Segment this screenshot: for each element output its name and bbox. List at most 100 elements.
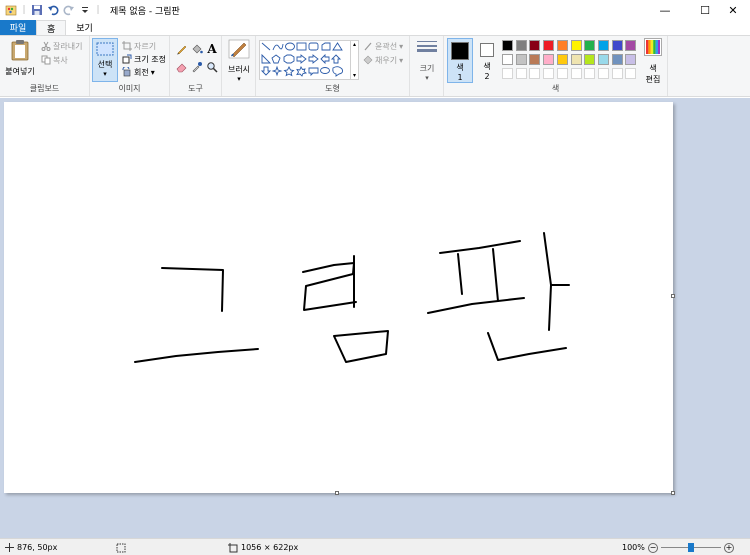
status-bar: 876, 50px 1056 × 622px 100% − + (0, 538, 750, 555)
color1-label-a: 색 (456, 63, 464, 72)
custom-color-swatch[interactable] (502, 68, 513, 79)
palette-swatch[interactable] (597, 54, 609, 65)
fill-bucket-icon[interactable] (190, 42, 204, 56)
tools-group-label: 도구 (188, 84, 203, 93)
crosshair-icon (4, 543, 14, 553)
select-label: 선택 (97, 60, 113, 69)
tab-file[interactable]: 파일 (0, 20, 36, 35)
palette-swatch[interactable] (515, 40, 527, 51)
select-button[interactable]: 선택 ▾ (92, 38, 118, 82)
palette-swatch[interactable] (625, 54, 637, 65)
customize-quick-access-icon[interactable] (78, 3, 92, 17)
minimize-button[interactable]: — (648, 0, 682, 20)
color2-label-a: 색 (483, 62, 491, 71)
palette-swatch[interactable] (502, 54, 513, 65)
custom-color-swatch[interactable] (529, 68, 541, 79)
color1-button[interactable]: 색 1 (447, 38, 473, 83)
size-button[interactable]: 크기 ▾ (414, 40, 440, 84)
palette-swatch[interactable] (570, 40, 582, 51)
canvas-workspace (0, 98, 750, 538)
eraser-icon[interactable] (175, 60, 189, 74)
cut-button[interactable]: 잘라내기 (40, 40, 82, 52)
select-rectangle-icon (96, 42, 114, 59)
resize-button[interactable]: 크기 조정 (121, 53, 166, 65)
custom-color-swatch[interactable] (584, 68, 596, 79)
color-picker-icon[interactable] (190, 60, 204, 74)
ribbon: 붙여넣기 잘라내기 복사 클립보드 선택 ▾ 자르기 크기 조정 회전 ▾ 이미… (0, 35, 750, 97)
outline-button[interactable]: 윤곽선 ▾ (362, 40, 403, 52)
zoom-slider[interactable] (661, 539, 721, 555)
magnifier-icon[interactable] (205, 60, 219, 74)
copy-button[interactable]: 복사 (40, 54, 68, 66)
zoom-level-text: 100% (622, 543, 645, 552)
palette-swatch[interactable] (597, 40, 609, 51)
fill-button[interactable]: 채우기 ▾ (362, 54, 403, 66)
resize-handle-corner[interactable] (671, 491, 675, 495)
zoom-out-button[interactable]: − (648, 539, 658, 555)
shapes-group-label: 도형 (325, 84, 340, 93)
undo-icon[interactable] (46, 3, 60, 17)
palette-swatch[interactable] (543, 40, 555, 51)
palette-swatch[interactable] (529, 54, 541, 65)
palette-swatch[interactable] (570, 54, 582, 65)
shapes-gallery-icons[interactable] (260, 41, 352, 81)
custom-color-swatch[interactable] (611, 68, 623, 79)
chevron-down-icon: ▾ (150, 67, 155, 77)
shapes-group: ▴ ▾ 윤곽선 ▾ 채우기 ▾ 도형 (256, 36, 410, 96)
resize-handle-right[interactable] (671, 294, 675, 298)
custom-color-swatch[interactable] (556, 68, 568, 79)
copy-icon (40, 55, 51, 66)
shapes-gallery (259, 40, 351, 80)
crop-button[interactable]: 자르기 (121, 40, 156, 52)
brushes-label: 브러시 (227, 65, 251, 74)
save-icon[interactable] (30, 3, 44, 17)
palette-swatch[interactable] (529, 40, 541, 51)
scroll-up-icon: ▴ (352, 41, 356, 48)
image-group: 선택 ▾ 자르기 크기 조정 회전 ▾ 이미지 (90, 36, 170, 96)
palette-swatch[interactable] (556, 54, 568, 65)
palette-swatch[interactable] (584, 54, 596, 65)
ribbon-tabs: 파일 홈 보기 (0, 20, 750, 35)
zoom-level: 100% (622, 539, 645, 555)
color-wheel-icon (644, 38, 662, 59)
separator: | (22, 5, 26, 15)
paste-label: 붙여넣기 (5, 67, 35, 76)
custom-color-swatch[interactable] (597, 68, 609, 79)
redo-icon[interactable] (62, 3, 76, 17)
shapes-scrollbar[interactable]: ▴ ▾ (351, 40, 359, 80)
quick-access-toolbar: | | (0, 0, 104, 20)
resize-handle-bottom[interactable] (335, 491, 339, 495)
image-size: 1056 × 622px (228, 539, 298, 555)
paint-app-icon[interactable] (4, 3, 18, 17)
custom-color-swatch[interactable] (625, 68, 637, 79)
drawing-canvas[interactable] (4, 102, 673, 493)
rotate-button[interactable]: 회전 ▾ (121, 66, 155, 78)
zoom-in-button[interactable]: + (724, 539, 734, 555)
close-button[interactable]: ✕ (716, 0, 750, 20)
edit-colors-button[interactable]: 색 편집 (641, 38, 665, 84)
tab-home[interactable]: 홈 (36, 20, 67, 35)
tab-view[interactable]: 보기 (66, 20, 103, 35)
palette-swatch[interactable] (625, 40, 637, 51)
size-label: 크기 (419, 64, 435, 73)
custom-color-swatch[interactable] (515, 68, 527, 79)
brushes-button[interactable]: 브러시 ▾ (225, 39, 253, 83)
clipboard-group: 붙여넣기 잘라내기 복사 클립보드 (0, 36, 90, 96)
palette-swatch[interactable] (515, 54, 527, 65)
custom-color-swatch[interactable] (570, 68, 582, 79)
palette-swatch[interactable] (584, 40, 596, 51)
paste-button[interactable]: 붙여넣기 (4, 39, 36, 81)
palette-swatch[interactable] (543, 54, 555, 65)
palette-swatch[interactable] (611, 54, 623, 65)
zoom-slider-thumb[interactable] (688, 543, 694, 552)
pencil-icon[interactable] (175, 42, 189, 56)
color2-button[interactable]: 색 2 (476, 38, 498, 83)
palette-swatch[interactable] (556, 40, 568, 51)
custom-color-swatch[interactable] (543, 68, 555, 79)
text-tool-icon[interactable]: A (205, 42, 219, 56)
clipboard-group-label: 클립보드 (29, 84, 60, 93)
separator: | (96, 5, 100, 15)
cursor-position: 876, 50px (4, 539, 57, 555)
palette-swatch[interactable] (502, 40, 513, 51)
palette-swatch[interactable] (611, 40, 623, 51)
